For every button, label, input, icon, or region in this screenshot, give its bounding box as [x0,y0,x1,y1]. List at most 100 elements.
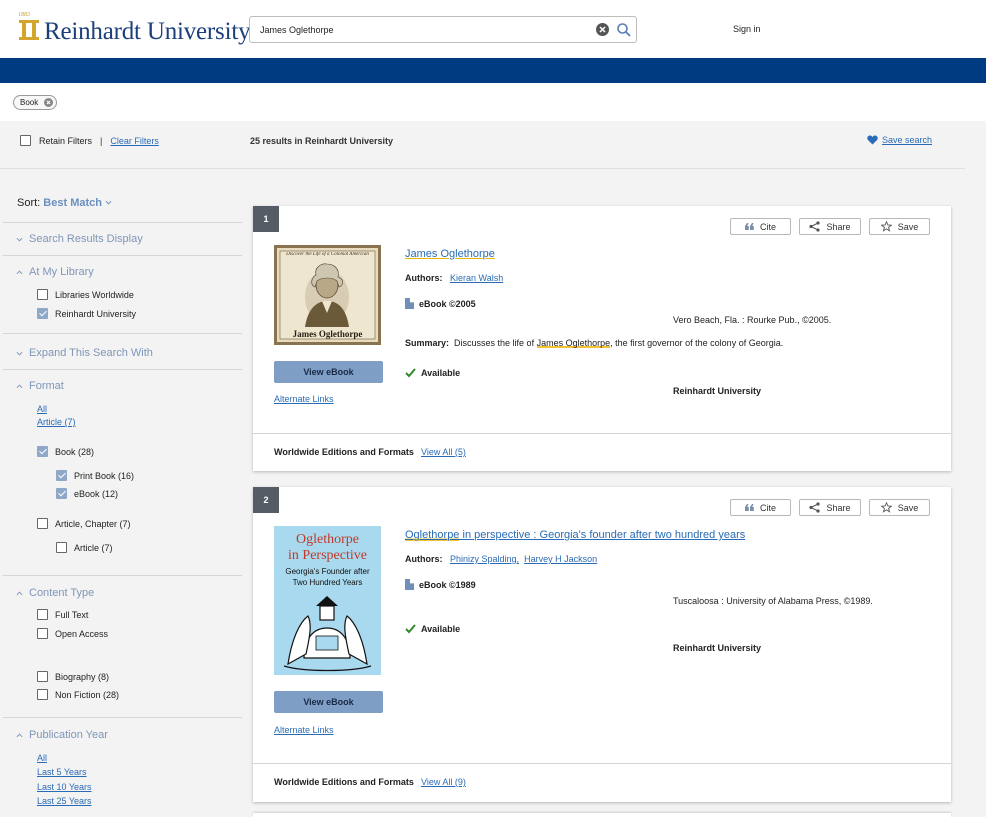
format-all-link[interactable]: All [37,404,47,414]
save-button[interactable]: Save [869,218,930,235]
columns-logo-icon: 1883 [16,12,44,46]
cite-button[interactable]: Cite [730,499,791,516]
site-header: 1883 Reinhardt University Sign in [0,0,986,58]
facet-format[interactable]: Format [16,380,64,392]
option-full-text[interactable]: Full Text [37,609,88,620]
checkbox[interactable] [37,518,48,529]
cite-label: Cite [759,502,776,513]
cover-title-1: Oglethorpe [296,532,359,547]
chevron-down-icon [105,200,112,205]
sign-in-link[interactable]: Sign in [733,24,761,34]
year-all-link[interactable]: All [37,753,47,763]
search-icon[interactable] [616,22,632,38]
view-all-editions-link[interactable]: View All (9) [421,777,466,787]
facet-title: At My Library [29,266,94,278]
cover-bottom-text: James Oglethorpe [292,329,363,339]
summary-label: Summary: [405,338,450,348]
option-non-fiction[interactable]: Non Fiction (28) [37,689,119,700]
view-ebook-button[interactable]: View eBook [274,361,383,383]
clear-filters-link[interactable]: Clear Filters [110,136,159,146]
author-link[interactable]: Kieran Walsh [450,273,503,283]
university-logo[interactable]: 1883 Reinhardt University [16,12,251,46]
facet-publication-year[interactable]: Publication Year [16,729,108,741]
share-button[interactable]: Share [799,218,861,235]
star-icon [880,221,892,232]
option-libraries-worldwide[interactable]: Libraries Worldwide [37,289,134,300]
ebook-icon [405,298,414,309]
facet-content-type[interactable]: Content Type [16,587,94,599]
save-search-link[interactable]: Save search [882,135,932,145]
book-cover[interactable]: Oglethorpe in Perspective Georgia's Foun… [274,526,381,675]
search-input[interactable] [260,23,580,37]
clear-search-icon[interactable] [596,23,609,36]
checkbox[interactable] [37,628,48,639]
option-label: Print Book (16) [74,470,135,481]
option-open-access[interactable]: Open Access [37,628,108,639]
divider [3,255,242,256]
facet-search-results-display[interactable]: Search Results Display [16,233,143,245]
option-reinhardt-university[interactable]: Reinhardt University [37,308,136,319]
filter-chip-label: Book [20,98,39,107]
share-button[interactable]: Share [799,499,861,516]
sort-label: Sort: [17,197,41,209]
alternate-links[interactable]: Alternate Links [274,725,334,735]
option-biography[interactable]: Biography (8) [37,671,109,682]
star-icon [880,502,892,513]
view-ebook-button[interactable]: View eBook [274,691,383,713]
sort-control[interactable]: Sort: Best Match [17,197,112,209]
option-article-chapter[interactable]: Article, Chapter (7) [37,518,131,529]
option-article[interactable]: Article (7) [56,542,113,553]
option-label: Article (7) [74,542,113,553]
checkbox[interactable] [37,446,48,457]
checkbox[interactable] [56,542,67,553]
summary-line: Summary: Discusses the life of James Ogl… [405,338,783,348]
year-last25-link[interactable]: Last 25 Years [37,796,92,806]
divider [3,369,242,370]
sort-value[interactable]: Best Match [43,197,102,209]
checkbox[interactable] [37,671,48,682]
option-ebook[interactable]: eBook (12) [56,488,118,499]
format-article-link[interactable]: Article (7) [37,417,76,427]
save-button[interactable]: Save [869,499,930,516]
retain-filters-checkbox[interactable] [20,135,31,146]
quote-icon [744,504,754,511]
facet-title: Publication Year [29,729,108,741]
author-link[interactable]: Phinizy Spalding, [450,554,519,564]
summary-highlight: James Oglethorpe [536,338,611,348]
result-card: 2 Cite Share Save Oglethorpe in Perspect… [253,487,951,802]
authors-label: Authors: [405,273,443,283]
option-label: Non Fiction (28) [55,689,120,700]
checkbox[interactable] [37,689,48,700]
alternate-links[interactable]: Alternate Links [274,394,334,404]
result-title-link[interactable]: James Oglethorpe [405,248,495,260]
divider [3,222,242,223]
facet-at-my-library[interactable]: At My Library [16,266,94,278]
cite-button[interactable]: Cite [730,218,791,235]
remove-chip-icon[interactable] [44,98,54,107]
result-title-link[interactable]: Oglethorpe in perspective : Georgia's fo… [405,529,745,541]
option-label: Open Access [55,628,109,639]
book-cover[interactable]: Discover the Life of a Colonial American… [274,245,381,345]
filter-chip-book[interactable]: Book [13,95,58,110]
result-card-partial [253,813,951,817]
share-label: Share [826,502,851,513]
option-book[interactable]: Book (28) [37,446,94,457]
cover-title-2: in Perspective [288,548,367,563]
view-all-editions-link[interactable]: View All (5) [421,447,466,457]
checkbox[interactable] [37,308,48,319]
author-link[interactable]: Harvey H Jackson [524,554,597,564]
divider [3,717,242,718]
checkbox[interactable] [37,609,48,620]
year-last10-link[interactable]: Last 10 Years [37,782,92,792]
year-last5-link[interactable]: Last 5 Years [37,767,87,777]
checkbox[interactable] [37,289,48,300]
checkbox[interactable] [56,488,67,499]
summary-text: , the first governor of the colony of Ge… [610,338,784,348]
option-print-book[interactable]: Print Book (16) [56,470,134,481]
save-search[interactable]: Save search [867,135,932,145]
summary-text: Discusses the life of [454,338,537,348]
option-label: eBook (12) [74,488,119,499]
retain-filters-label: Retain Filters [39,135,93,146]
facet-expand-search[interactable]: Expand This Search With [16,347,153,359]
checkbox[interactable] [56,470,67,481]
